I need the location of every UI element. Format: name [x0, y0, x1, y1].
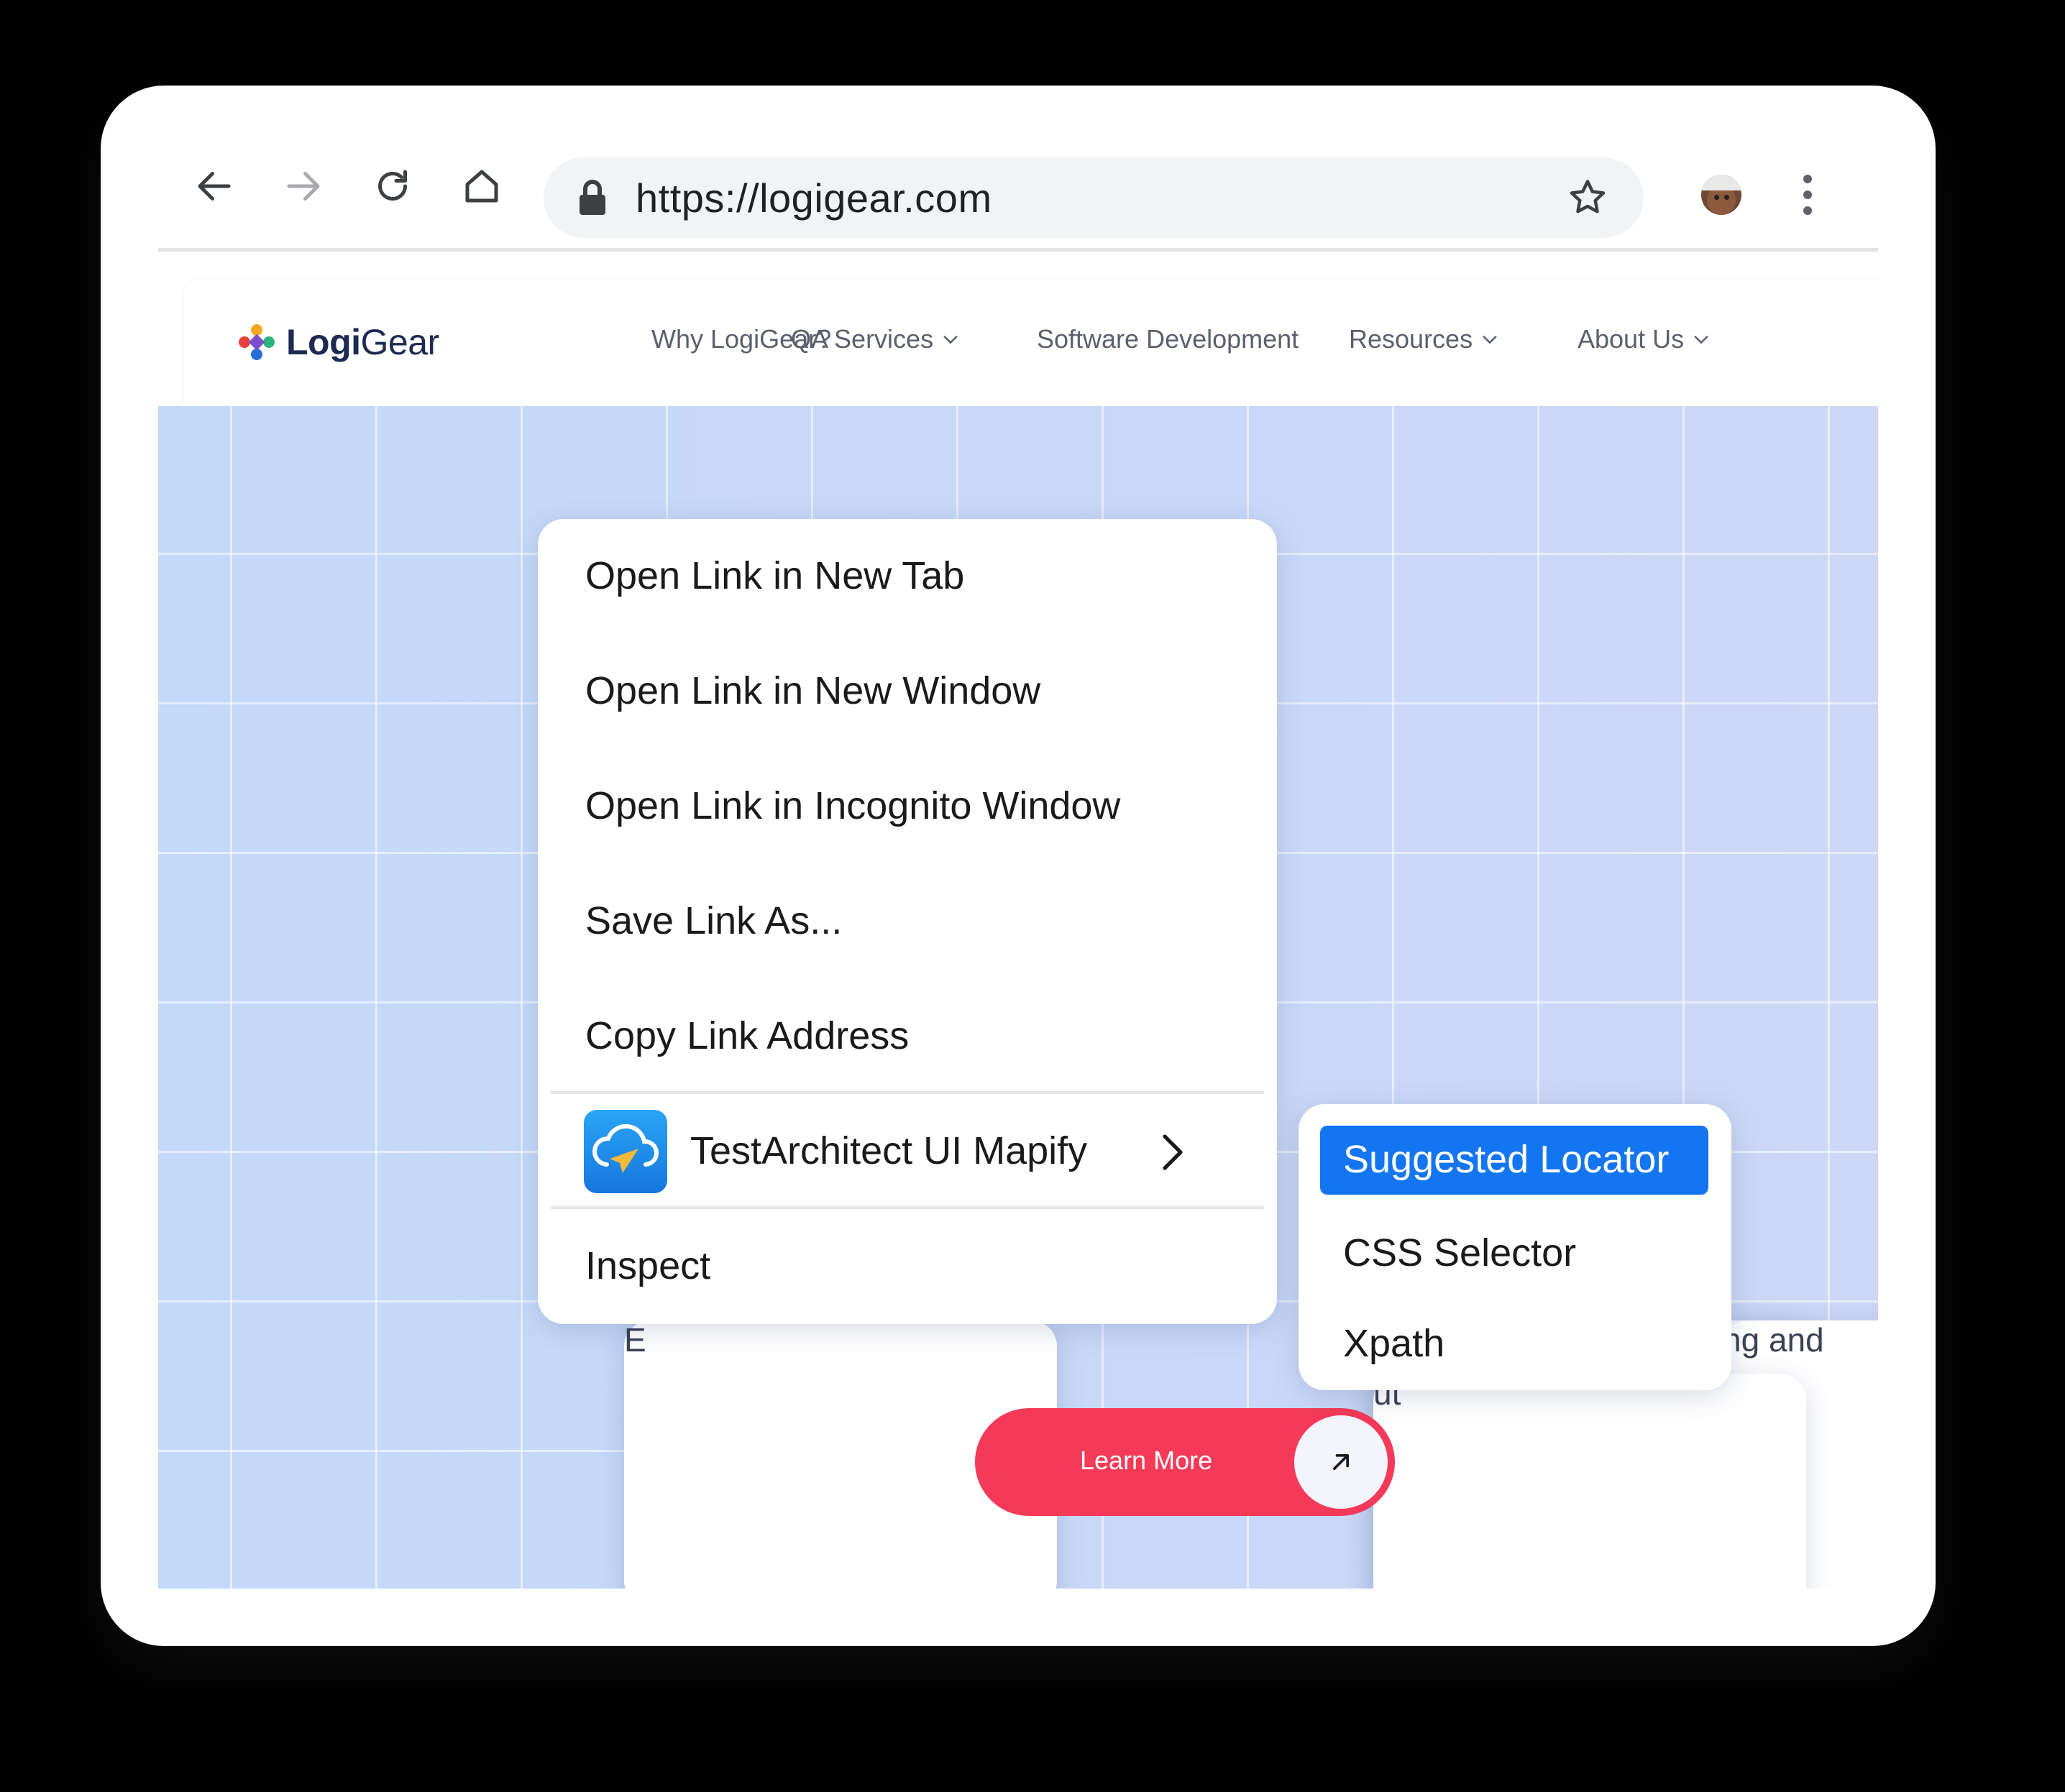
menu-item-testarchitect-mapify[interactable]: TestArchitect UI Mapify — [690, 1129, 1087, 1173]
home-icon — [465, 170, 498, 203]
browser-menu-icon[interactable] — [1800, 175, 1815, 218]
chevron-right-icon — [1163, 1134, 1183, 1170]
menu-item-open-incognito[interactable]: Open Link in Incognito Window — [585, 784, 1120, 828]
grid-line — [375, 406, 377, 1589]
menu-separator — [551, 1091, 1264, 1094]
nav-item-qa-services[interactable]: QA Services — [791, 324, 961, 354]
nav-label: QA Services — [791, 324, 934, 354]
logo-mark-icon — [239, 324, 275, 360]
address-bar[interactable]: https://logigear.com — [544, 157, 1644, 238]
logo-text: LogiGear — [286, 321, 439, 363]
back-button[interactable] — [186, 157, 243, 215]
submenu-item-xpath[interactable]: Xpath — [1343, 1321, 1444, 1366]
nav-item-resources[interactable]: Resources — [1349, 324, 1500, 354]
home-button[interactable] — [453, 157, 510, 215]
mapify-submenu: Suggested Locator CSS Selector Xpath — [1299, 1104, 1731, 1390]
chevron-down-icon — [1483, 336, 1497, 344]
arrow-up-right-icon — [1294, 1415, 1388, 1509]
submenu-item-css-selector[interactable]: CSS Selector — [1343, 1231, 1576, 1275]
menu-item-open-new-window[interactable]: Open Link in New Window — [585, 668, 1040, 713]
hero-subtext-fragment: ut — [1373, 1374, 1806, 1589]
context-menu: Open Link in New Tab Open Link in New Wi… — [538, 519, 1277, 1324]
nav-label: Resources — [1349, 324, 1473, 354]
menu-item-open-new-tab[interactable]: Open Link in New Tab — [585, 553, 964, 598]
submenu-item-suggested-locator[interactable]: Suggested Locator — [1343, 1137, 1669, 1182]
menu-item-inspect[interactable]: Inspect — [585, 1244, 710, 1288]
logo-text-regular: Gear — [360, 322, 440, 362]
toolbar-divider — [158, 248, 1878, 252]
nav-item-about-us[interactable]: About Us — [1578, 324, 1711, 354]
profile-avatar[interactable] — [1701, 175, 1741, 215]
grid-line — [521, 406, 523, 1589]
reload-button[interactable] — [364, 157, 421, 215]
browser-toolbar: https://logigear.com — [101, 86, 1936, 252]
logigear-logo[interactable]: LogiGear — [237, 321, 439, 363]
url-text: https://logigear.com — [636, 175, 992, 221]
menu-item-copy-link-address[interactable]: Copy Link Address — [585, 1014, 909, 1058]
chevron-down-icon — [943, 336, 958, 344]
arrow-right-icon — [287, 172, 320, 201]
testarchitect-mapify-icon — [584, 1110, 667, 1193]
grid-line — [230, 406, 232, 1589]
nav-label: Software Development — [1037, 324, 1299, 354]
nav-item-software-development[interactable]: Software Development — [1037, 324, 1299, 354]
arrow-left-icon — [198, 172, 231, 201]
lock-icon — [580, 180, 605, 215]
reload-icon — [378, 170, 407, 201]
learn-more-button[interactable]: Learn More — [975, 1408, 1395, 1516]
nav-label: About Us — [1578, 324, 1685, 354]
forward-button[interactable] — [275, 157, 332, 215]
logo-text-bold: Logi — [286, 322, 361, 362]
learn-more-label: Learn More — [1080, 1446, 1213, 1475]
chevron-down-icon — [1694, 336, 1708, 344]
site-header: LogiGear Why LogiGear? QA Services Softw… — [184, 280, 1881, 406]
menu-separator — [551, 1206, 1264, 1209]
bookmark-star-icon[interactable] — [1566, 176, 1609, 219]
menu-item-save-link-as[interactable]: Save Link As... — [585, 899, 842, 943]
